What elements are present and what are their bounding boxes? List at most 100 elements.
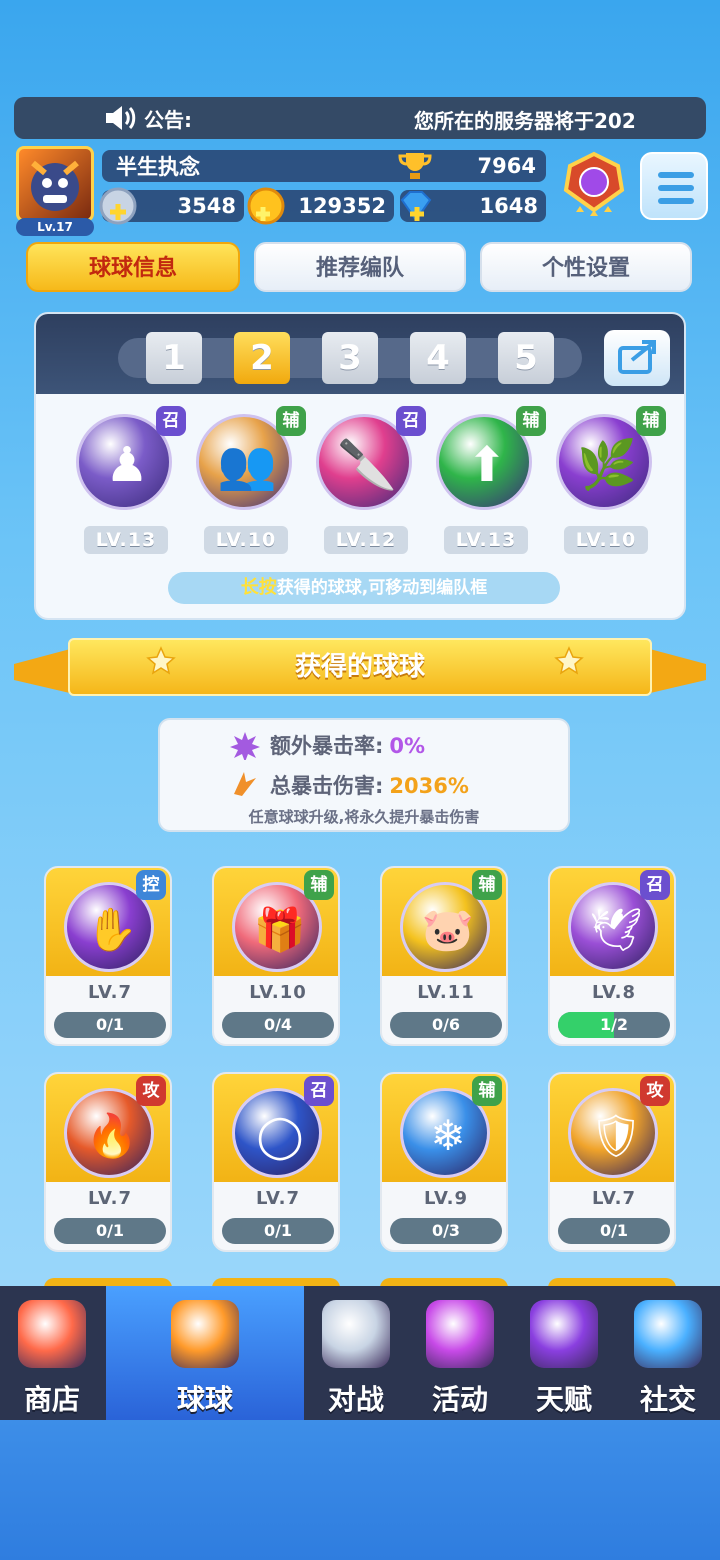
speaker-icon (106, 106, 136, 130)
ball-card[interactable]: 🔥 攻 LV.7 0/1 (44, 1072, 172, 1252)
ball-card[interactable]: ✋ 控 LV.7 0/1 (44, 866, 172, 1046)
ball-level: LV.7 (88, 1188, 132, 1209)
ball-level: LV.10 (249, 982, 307, 1003)
party-icon (426, 1300, 494, 1368)
energy-value: 3548 (177, 194, 236, 218)
player-level: Lv.17 (16, 218, 94, 236)
team-ball-2-type-badge: 辅 (276, 406, 306, 436)
nav-party[interactable]: 活动 (408, 1286, 512, 1420)
ball-upgrade-progress: 1/2 (558, 1012, 670, 1038)
gems-bar[interactable]: 1648 (400, 190, 546, 222)
ball-card[interactable]: ◯ 召 LV.7 0/1 (212, 1072, 340, 1252)
coins-bar[interactable]: 129352 (247, 187, 394, 225)
ball-upgrade-progress: 0/1 (54, 1012, 166, 1038)
hint-text: 获得的球球,可移动到编队框 (276, 578, 488, 598)
crit-note: 任意球球升级,将永久提升暴击伤害 (248, 808, 480, 826)
ball-upgrade-progress: 0/6 (390, 1012, 502, 1038)
team-panel: 1 2 3 4 5 ♟ 召 LV.13 👥 辅 LV.10 🔪 召 LV.12 … (34, 312, 686, 620)
tab-ball-info[interactable]: 球球信息 (26, 242, 240, 292)
nav-label: 活动 (431, 1383, 488, 1416)
nav-label: 社交 (639, 1383, 696, 1416)
star-icon (146, 646, 176, 675)
ball-type-badge: 控 (136, 870, 166, 900)
ball-progress-text: 0/3 (431, 1221, 461, 1240)
ball-upgrade-progress: 0/1 (558, 1218, 670, 1244)
ball-card[interactable]: 🕊 召 LV.8 1/2 (548, 866, 676, 1046)
coins-value: 129352 (298, 194, 386, 218)
ball-type-badge: 召 (640, 870, 670, 900)
tab-recommended-team[interactable]: 推荐编队 (254, 242, 466, 292)
announcement-bar[interactable]: 公告: 您所在的服务器将于202 (14, 97, 706, 139)
team-ball-5-level: LV.10 (564, 526, 648, 554)
share-button[interactable] (604, 330, 670, 386)
bottom-background (0, 1420, 720, 1560)
total-crit-damage-label: 总暴击伤害: (270, 774, 384, 798)
team-slot-3[interactable]: 3 (322, 332, 378, 384)
nav-shop[interactable]: 商店 (0, 1286, 104, 1420)
rank-badge-icon[interactable] (556, 150, 632, 222)
nav-label: 天赋 (535, 1383, 592, 1416)
extra-crit-rate-row: 额外暴击率: 0% (270, 730, 425, 760)
ball-progress-text: 0/6 (431, 1015, 461, 1034)
ball-progress-text: 0/1 (95, 1221, 125, 1240)
team-ball-4-type-badge: 辅 (516, 406, 546, 436)
team-ball-3-type-badge: 召 (396, 406, 426, 436)
ball-progress-text: 0/1 (95, 1015, 125, 1034)
trophy-icon (398, 153, 432, 179)
ball-progress-text: 0/4 (263, 1015, 293, 1034)
star-icon (554, 646, 584, 675)
team-hint: 长按获得的球球,可移动到编队框 (168, 572, 560, 604)
team-slot-2[interactable]: 2 (234, 332, 290, 384)
team-slot-4[interactable]: 4 (410, 332, 466, 384)
ball-type-badge: 攻 (136, 1076, 166, 1106)
nav-chat[interactable]: 社交 (616, 1286, 720, 1420)
extra-crit-rate-value: 0% (389, 734, 426, 758)
player-name-bar[interactable]: 半生执念 7964 (102, 150, 546, 182)
ball-progress-text: 1/2 (599, 1015, 629, 1034)
team-slot-5[interactable]: 5 (498, 332, 554, 384)
team-slot-1[interactable]: 1 (146, 332, 202, 384)
ball-progress-text: 0/1 (263, 1221, 293, 1240)
ball-card[interactable]: 🎁 辅 LV.10 0/4 (212, 866, 340, 1046)
crit-stats-box: 额外暴击率: 0% 总暴击伤害: 2036% 任意球球升级,将永久提升暴击伤害 (158, 718, 570, 832)
team-ball-1-type-badge: 召 (156, 406, 186, 436)
swords-icon (322, 1300, 390, 1368)
team-ball-1-level: LV.13 (84, 526, 168, 554)
nav-swords[interactable]: 对战 (304, 1286, 408, 1420)
ball-card[interactable]: ❄ 辅 LV.9 0/3 (380, 1072, 508, 1252)
team-ball-2-level: LV.10 (204, 526, 288, 554)
total-crit-damage-row: 总暴击伤害: 2036% (270, 770, 469, 800)
ball-upgrade-progress: 0/1 (54, 1218, 166, 1244)
announcement-message: 您所在的服务器将于202 (414, 109, 636, 133)
ball-level: LV.8 (592, 982, 636, 1003)
ball-upgrade-progress: 0/4 (222, 1012, 334, 1038)
player-avatar[interactable] (16, 146, 94, 222)
avatar-face-icon (31, 160, 79, 211)
crit-damage-icon (234, 772, 256, 796)
ball-type-badge: 辅 (304, 870, 334, 900)
ball-type-badge: 辅 (472, 1076, 502, 1106)
team-ball-4-level: LV.13 (444, 526, 528, 554)
gem-plus-icon (400, 191, 432, 222)
coin-plus-icon (247, 187, 285, 225)
nav-ball[interactable]: 球球 (106, 1286, 304, 1420)
planet-icon (530, 1300, 598, 1368)
player-name: 半生执念 (116, 155, 200, 179)
tab-personal-settings[interactable]: 个性设置 (480, 242, 692, 292)
ball-level: LV.7 (256, 1188, 300, 1209)
ball-type-badge: 辅 (472, 870, 502, 900)
nav-label: 对战 (327, 1383, 384, 1416)
ball-card[interactable]: 🐷 辅 LV.11 0/6 (380, 866, 508, 1046)
nav-planet[interactable]: 天赋 (512, 1286, 616, 1420)
ball-level: LV.11 (417, 982, 475, 1003)
ball-card[interactable]: 🛡 攻 LV.7 0/1 (548, 1072, 676, 1252)
shop-icon (18, 1300, 86, 1368)
nav-label: 球球 (176, 1383, 233, 1416)
team-ball-5-type-badge: 辅 (636, 406, 666, 436)
chat-icon (634, 1300, 702, 1368)
crit-rate-icon (230, 732, 260, 760)
team-ball-3-level: LV.12 (324, 526, 408, 554)
energy-plus-icon (99, 187, 137, 225)
menu-button[interactable] (640, 152, 708, 220)
energy-bar[interactable]: 3548 (99, 187, 244, 225)
